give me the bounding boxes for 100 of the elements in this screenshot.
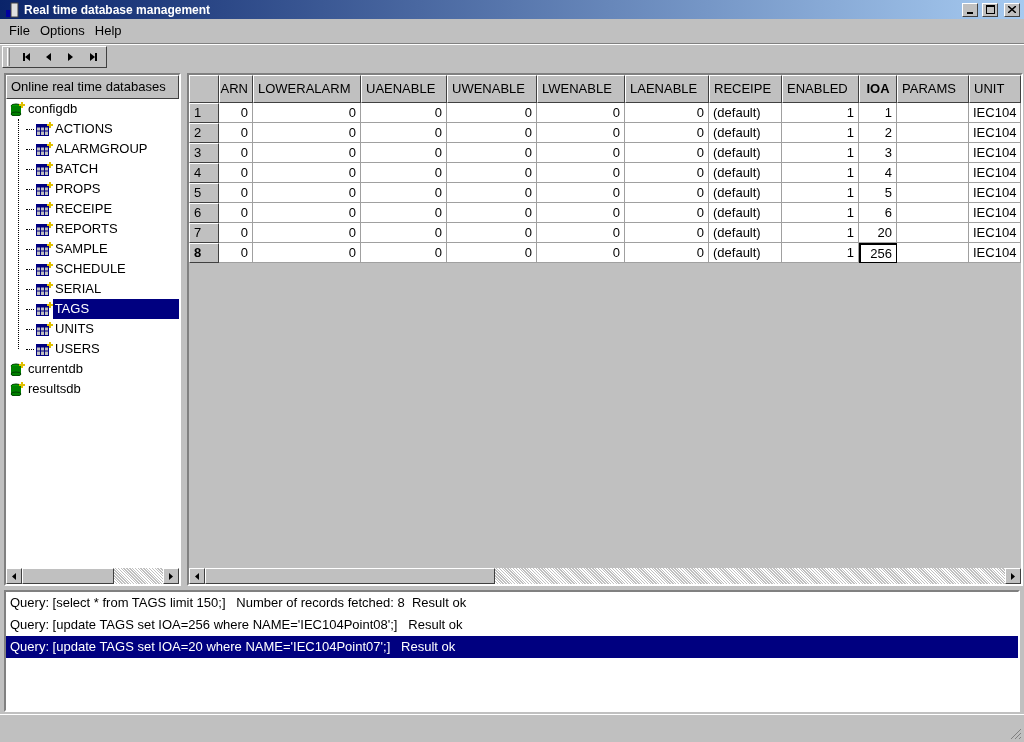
column-header[interactable]: ARN [219, 75, 253, 103]
table-cell: 0 [625, 103, 709, 123]
close-icon [1008, 6, 1016, 13]
scroll-right-button[interactable] [163, 568, 179, 584]
tree-item[interactable]: BATCH [53, 159, 101, 179]
row-header[interactable]: 2 [189, 123, 219, 143]
maximize-button[interactable] [982, 2, 998, 17]
table-cell: 0 [447, 203, 537, 223]
row-header[interactable]: 5 [189, 183, 219, 203]
log-entry[interactable]: Query: [select * from TAGS limit 150;] Number of records fetched: 8 Result ok [6, 592, 1018, 614]
column-header[interactable]: UAENABLE [361, 75, 447, 103]
tree-item[interactable]: SERIAL [53, 279, 104, 299]
table-cell: 1 [782, 203, 859, 223]
table-cell: 0 [361, 223, 447, 243]
column-header[interactable]: RECEIPE [709, 75, 782, 103]
maximize-icon [985, 5, 995, 14]
table-cell: 0 [253, 163, 361, 183]
tree-item[interactable]: RECEIPE [53, 199, 115, 219]
column-header[interactable]: LOWERALARM [253, 75, 361, 103]
row-header[interactable]: 6 [189, 203, 219, 223]
table-cell: 0 [253, 243, 361, 263]
tree-item[interactable]: currentdb [26, 359, 85, 379]
table-icon [36, 142, 53, 156]
scroll-right-button[interactable] [1005, 568, 1021, 584]
table-cell: 0 [361, 183, 447, 203]
horizontal-scrollbar[interactable] [6, 568, 179, 584]
table-cell: 0 [447, 223, 537, 243]
scroll-thumb[interactable] [22, 568, 114, 584]
scroll-left-button[interactable] [189, 568, 205, 584]
column-header[interactable]: UWENABLE [447, 75, 537, 103]
column-header[interactable]: LAENABLE [625, 75, 709, 103]
table-cell: (default) [709, 123, 782, 143]
menu-item[interactable]: File [4, 21, 35, 41]
tree-item[interactable]: TAGS [52, 299, 179, 319]
menu-item[interactable]: Options [34, 21, 90, 41]
tree-item[interactable]: configdb [26, 99, 80, 119]
table-cell: 1 [859, 103, 897, 123]
table-cell: 256 [859, 243, 897, 263]
row-header[interactable]: 8 [189, 243, 219, 263]
scroll-thumb[interactable] [205, 568, 495, 584]
tree-header: Online real time databases [6, 75, 179, 99]
table-cell [897, 123, 969, 143]
table-cell: IEC104 [969, 143, 1021, 163]
column-header[interactable]: PARAMS [897, 75, 969, 103]
table-icon [36, 282, 53, 296]
scroll-left-button[interactable] [6, 568, 22, 584]
table-icon [36, 182, 53, 196]
table-icon [36, 222, 53, 236]
table-cell: 0 [219, 183, 253, 203]
menu-item[interactable]: Help [89, 21, 127, 41]
table-cell: 0 [537, 143, 625, 163]
table-cell: 0 [253, 143, 361, 163]
table-cell: 6 [859, 203, 897, 223]
column-header[interactable]: UNIT [969, 75, 1021, 103]
table-cell: IEC104 [969, 243, 1021, 263]
right-arrow-icon [169, 572, 173, 580]
log-entry[interactable]: Query: [update TAGS set IOA=20 where NAME='IEC104Point07';] Result ok [6, 636, 1018, 658]
table-cell: 0 [537, 163, 625, 183]
minimize-button[interactable] [962, 2, 978, 17]
table-cell: 0 [219, 243, 253, 263]
row-header[interactable]: 7 [189, 223, 219, 243]
column-header[interactable]: IOA [859, 75, 897, 103]
table-cell: (default) [709, 103, 782, 123]
horizontal-scrollbar[interactable] [189, 568, 1021, 584]
table-cell: IEC104 [969, 123, 1021, 143]
row-header[interactable]: 3 [189, 143, 219, 163]
table-cell: IEC104 [969, 223, 1021, 243]
tree-item[interactable]: USERS [53, 339, 102, 359]
table-cell: 0 [219, 203, 253, 223]
table-cell: 0 [253, 183, 361, 203]
table-cell: 0 [447, 163, 537, 183]
tree-item[interactable]: SAMPLE [53, 239, 110, 259]
table-cell: (default) [709, 163, 782, 183]
table-cell: 1 [782, 123, 859, 143]
close-button[interactable] [1004, 2, 1020, 17]
table-cell: 0 [537, 203, 625, 223]
tree-item[interactable]: UNITS [53, 319, 96, 339]
table-icon [35, 302, 53, 316]
tree-item[interactable]: PROPS [53, 179, 103, 199]
row-header[interactable]: 4 [189, 163, 219, 183]
table-cell: 0 [625, 223, 709, 243]
column-header[interactable]: LWENABLE [537, 75, 625, 103]
table-cell: 0 [253, 123, 361, 143]
resize-grip-icon [1010, 728, 1022, 740]
table-cell: 0 [625, 163, 709, 183]
tree-item[interactable]: ACTIONS [53, 119, 115, 139]
row-header[interactable]: 1 [189, 103, 219, 123]
tree-item[interactable]: SCHEDULE [53, 259, 128, 279]
table-cell [897, 163, 969, 183]
tree-item[interactable]: REPORTS [53, 219, 120, 239]
tree-item[interactable]: ALARMGROUP [53, 139, 150, 159]
table-cell: 0 [625, 243, 709, 263]
table-cell: 1 [782, 163, 859, 183]
table-cell: 0 [361, 203, 447, 223]
table-cell: (default) [709, 203, 782, 223]
table-cell: 0 [361, 103, 447, 123]
tree-item[interactable]: resultsdb [26, 379, 83, 399]
column-header[interactable]: ENABLED [782, 75, 859, 103]
table-cell [897, 143, 969, 163]
log-entry[interactable]: Query: [update TAGS set IOA=256 where NAME='IEC104Point08';] Result ok [6, 614, 1018, 636]
